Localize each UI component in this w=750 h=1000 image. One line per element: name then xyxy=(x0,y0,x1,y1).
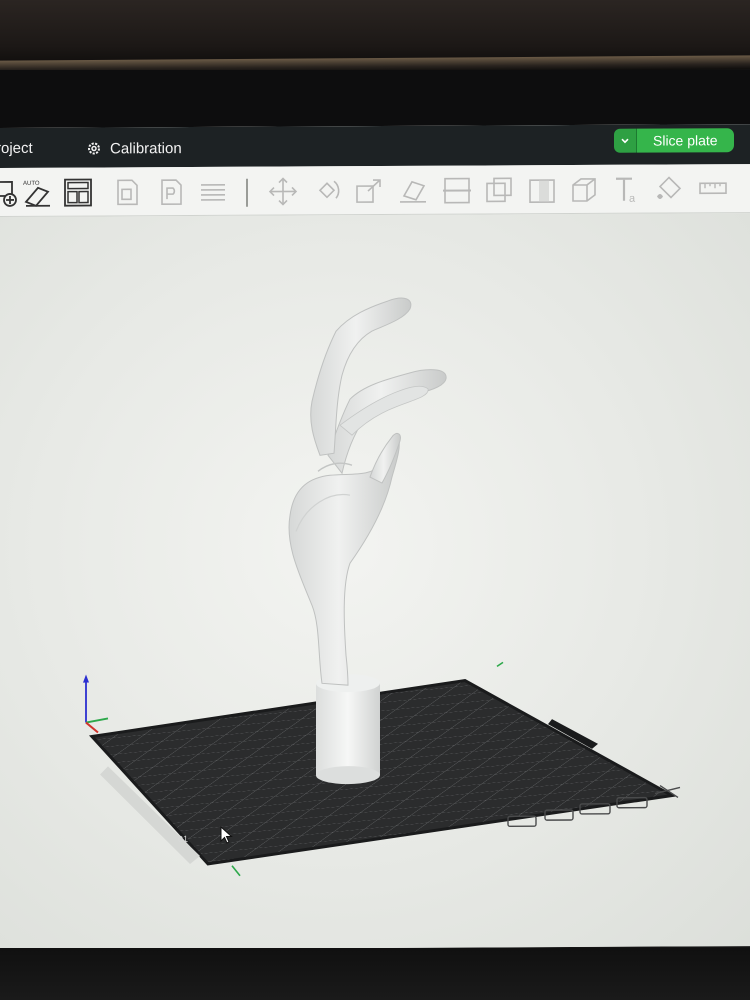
lay-on-face-button[interactable] xyxy=(396,174,430,208)
monitor-bezel-bottom xyxy=(0,948,750,1000)
variable-layer-height-button[interactable] xyxy=(567,173,601,207)
paint-bucket-icon xyxy=(657,176,682,200)
rotate-icon xyxy=(318,180,340,199)
add-object-button[interactable] xyxy=(110,175,144,209)
arrange-button[interactable] xyxy=(61,176,95,210)
tab-project[interactable]: roject xyxy=(0,140,33,157)
scale-icon xyxy=(356,179,381,203)
toolbar-divider xyxy=(246,178,248,207)
slice-plate-button[interactable]: Slice plate xyxy=(637,128,734,153)
title-bar: roject Calibration Slice plate xyxy=(0,124,750,168)
svg-text:a: a xyxy=(629,193,636,205)
move-icon xyxy=(268,177,298,206)
3d-viewport[interactable]: 01 xyxy=(0,213,750,950)
main-toolbar: AUTO a xyxy=(0,164,750,217)
add-plate-icon xyxy=(0,181,17,207)
layers-icon xyxy=(201,184,225,201)
chevron-down-icon xyxy=(621,138,629,144)
split-parts-button[interactable] xyxy=(525,173,559,207)
cut-icon xyxy=(443,177,471,204)
gear-icon xyxy=(88,142,100,155)
viewport-scene: 01 xyxy=(83,297,681,877)
auto-label: AUTO xyxy=(23,181,40,187)
auto-orient-button[interactable]: AUTO xyxy=(20,176,54,210)
scale-button[interactable] xyxy=(352,174,386,208)
auto-orient-icon: AUTO xyxy=(23,181,50,207)
build-plate[interactable]: 01 xyxy=(88,679,677,866)
arrange-icon xyxy=(64,178,92,207)
text-icon: a xyxy=(616,177,636,205)
measure-button[interactable] xyxy=(696,172,730,206)
tab-calibration-label: Calibration xyxy=(110,139,182,157)
color-painting-button[interactable] xyxy=(652,172,686,206)
mouse-cursor-icon xyxy=(220,826,233,844)
split-objects-icon xyxy=(486,177,512,203)
text-tool-button[interactable]: a xyxy=(610,173,644,207)
add-part-icon xyxy=(161,179,182,205)
tab-calibration[interactable]: Calibration xyxy=(86,137,182,160)
add-object-icon xyxy=(117,179,138,206)
slice-dropdown-button[interactable] xyxy=(614,128,637,153)
variable-layer-icon xyxy=(572,178,596,202)
layers-button[interactable] xyxy=(196,175,230,209)
cut-button[interactable] xyxy=(440,174,474,208)
rotate-button[interactable] xyxy=(310,174,344,208)
measure-icon xyxy=(699,182,727,195)
plate-number-label: 01 xyxy=(178,834,188,844)
move-button[interactable] xyxy=(266,174,300,208)
lay-on-face-icon xyxy=(400,180,426,203)
split-objects-button[interactable] xyxy=(482,173,516,207)
add-part-button[interactable] xyxy=(154,175,188,209)
slicer-app-window: roject Calibration Slice plate AUTO a 01 xyxy=(0,124,750,950)
split-parts-icon xyxy=(529,179,555,204)
slice-button-group: Slice plate xyxy=(614,128,734,153)
